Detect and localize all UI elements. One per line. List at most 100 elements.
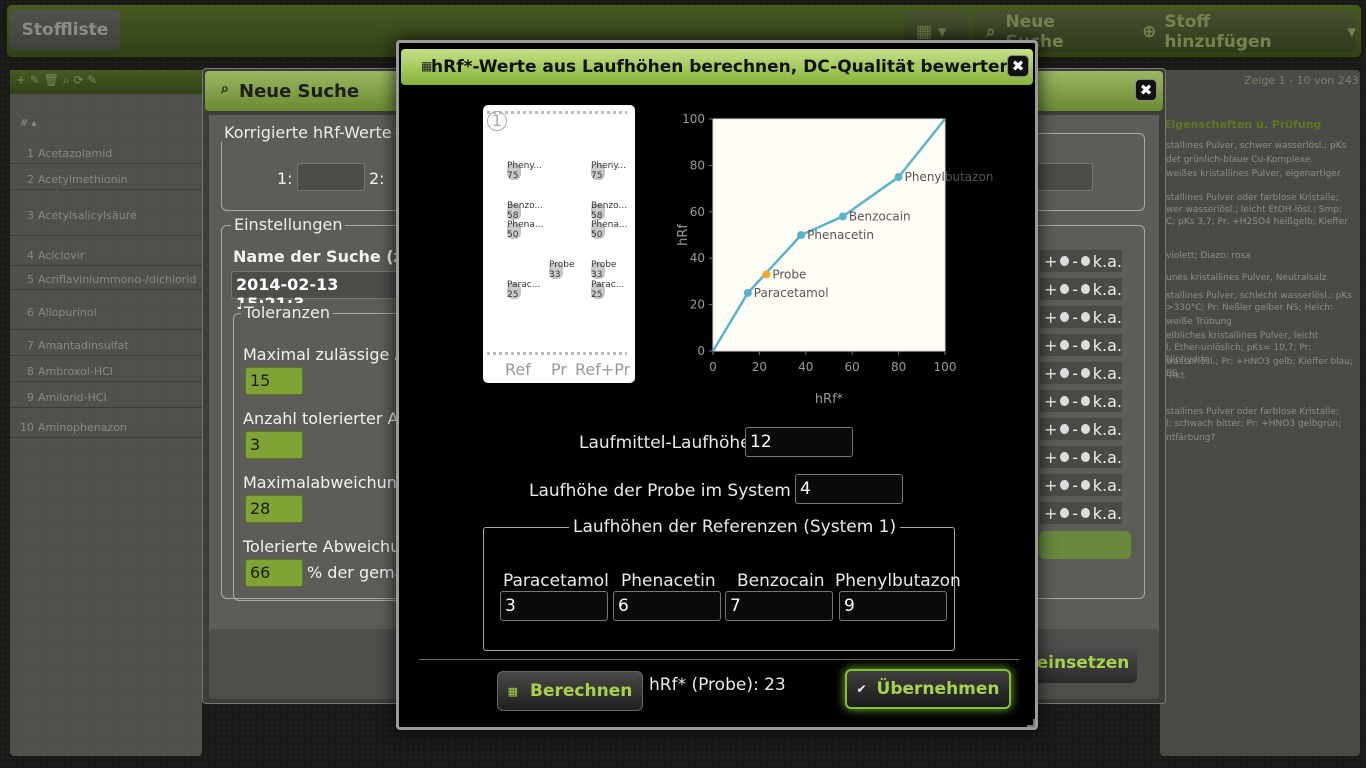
dot-icon (1080, 312, 1090, 322)
ref-benzocain-label: Benzocain (737, 571, 825, 591)
dot-icon (1080, 368, 1090, 378)
resize-handle[interactable] (1027, 719, 1035, 727)
spot-value: 50 (591, 230, 603, 240)
reference-point-label: Paracetamol (754, 286, 829, 300)
rating-row[interactable]: + - k.a. (1040, 390, 1122, 412)
dot-icon (1060, 396, 1070, 406)
tlc-spot: Probe 33 (549, 260, 575, 280)
probe-laufhoehe-label: Laufhöhe der Probe im System 1 (529, 481, 808, 501)
rating-row[interactable]: + - k.a. (1040, 278, 1122, 300)
search-icon: ⌕ (221, 81, 229, 97)
close-icon[interactable]: ✖ (1007, 55, 1029, 77)
dot-icon (1080, 424, 1090, 434)
spot-value: 25 (591, 289, 603, 300)
check-circle-icon: ✔ (856, 682, 867, 696)
reference-point (743, 289, 752, 297)
max-label: Maximal zulässige A (243, 345, 406, 364)
max-input[interactable]: 15 (245, 367, 303, 395)
spot-value: 50 (507, 230, 519, 240)
spot-label: Pheny... (591, 160, 626, 171)
anz-label: Anzahl tolerierter A (243, 409, 399, 428)
tlc-spot: Benzo... 58 (507, 201, 543, 221)
ref-benzocain-input[interactable]: 7 (725, 591, 833, 621)
y-tick-label: 80 (690, 158, 705, 172)
hrf-1-label: 1: (277, 169, 293, 188)
spot-label: Pheny... (507, 160, 542, 171)
tolabw-label: Tolerierte Abweichu (243, 537, 401, 556)
tlc-spot: Phena... 50 (591, 220, 627, 240)
rating-row[interactable]: + - k.a. (1040, 250, 1122, 272)
hrf-berechnen-dialog: ▦ hRf*-Werte aus Laufhöhen berechnen, DC… (396, 40, 1038, 730)
hrf-1-input[interactable] (297, 163, 365, 191)
rating-row[interactable]: + - k.a. (1040, 502, 1122, 524)
hrf-extra-input[interactable] (1029, 163, 1093, 191)
dot-icon (1060, 452, 1070, 462)
rating-row[interactable]: + - k.a. (1040, 418, 1122, 440)
ref-phenacetin-label: Phenacetin (621, 571, 716, 591)
einstellungen-legend: Einstellungen (231, 215, 346, 234)
dot-icon (1060, 284, 1070, 294)
y-tick-label: 60 (690, 205, 705, 219)
dot-icon (1060, 424, 1070, 434)
ref-paracetamol-label: Paracetamol (503, 571, 609, 591)
spot-label: Benzo... (591, 200, 628, 211)
x-axis-label: hRf* (815, 392, 844, 407)
calculator-icon: ▦ (507, 684, 519, 698)
maxabw-input[interactable]: 28 (245, 495, 303, 523)
reference-point (894, 173, 903, 181)
dot-icon (1060, 256, 1070, 266)
rating-row[interactable]: + - k.a. (1040, 446, 1122, 468)
tlc-spot: Parac... 25 (591, 280, 624, 300)
x-tick-label: 40 (798, 360, 813, 374)
reference-point-label: Benzocain (849, 209, 911, 223)
y-tick-label: 100 (682, 112, 705, 126)
reference-point (838, 212, 847, 221)
spot-label: Probe (591, 260, 617, 271)
close-icon[interactable]: ✖ (1135, 79, 1157, 101)
laufmittel-label: Laufmittel-Laufhöhe (579, 433, 751, 453)
rating-row[interactable]: + - k.a. (1040, 362, 1122, 384)
rating-row[interactable]: + - k.a. (1040, 334, 1122, 356)
probe-laufhoehe-input[interactable]: 4 (795, 474, 903, 504)
einsetzen-button[interactable]: einsetzen (1029, 643, 1137, 683)
dot-icon (1080, 508, 1090, 518)
spot-value: 25 (507, 289, 519, 300)
lane-refpr-label: Ref+Pr (575, 360, 631, 379)
ref-phenacetin-input[interactable]: 6 (613, 591, 721, 621)
spot-label: Phena... (591, 220, 628, 230)
tlc-spot: Pheny... 75 (591, 161, 626, 181)
dot-icon (1060, 368, 1070, 378)
spot-value: 33 (549, 270, 561, 281)
y-tick-label: 0 (697, 344, 705, 358)
ref-paracetamol-input[interactable]: 3 (500, 591, 608, 621)
name-input[interactable]: 2014-02-13 15:21:3 (231, 271, 401, 313)
berechnen-button[interactable]: ▦ Berechnen (497, 671, 643, 711)
spot-label: Probe (549, 260, 575, 271)
maxabw-label: Maximalabweichun (243, 473, 397, 492)
uebernehmen-button[interactable]: ✔ Übernehmen (845, 669, 1011, 709)
spot-label: Benzo... (507, 200, 544, 211)
hrf-2-label: 2: (369, 169, 385, 188)
tolabw-suffix: % der gema (307, 563, 405, 582)
plate-number: 1 (487, 111, 507, 131)
probe-point-label: Probe (772, 267, 806, 281)
reference-point (797, 231, 806, 239)
dot-icon (1060, 480, 1070, 490)
green-button-hidden[interactable] (1039, 531, 1131, 559)
tlc-spot: Phena... 50 (507, 220, 543, 240)
lane-ref-label: Ref (505, 360, 531, 379)
ref-phenylbutazon-input[interactable]: 9 (839, 591, 947, 621)
korrigierte-legend: Korrigierte hRf-Werte (221, 123, 395, 142)
rating-row[interactable]: + - k.a. (1040, 306, 1122, 328)
anz-input[interactable]: 3 (245, 431, 303, 459)
tlc-spot: Benzo... 58 (591, 201, 627, 221)
rating-row[interactable]: + - k.a. (1040, 474, 1122, 496)
x-tick-label: 20 (752, 360, 767, 374)
laufmittel-input[interactable]: 12 (745, 427, 853, 457)
tlc-spot: Parac... 25 (507, 280, 540, 300)
tlc-spot: Probe 33 (591, 260, 617, 280)
dot-icon (1060, 312, 1070, 322)
spot-label: Parac... (591, 279, 625, 290)
spot-value: 75 (591, 170, 603, 181)
tolabw-input[interactable]: 66 (245, 559, 303, 587)
